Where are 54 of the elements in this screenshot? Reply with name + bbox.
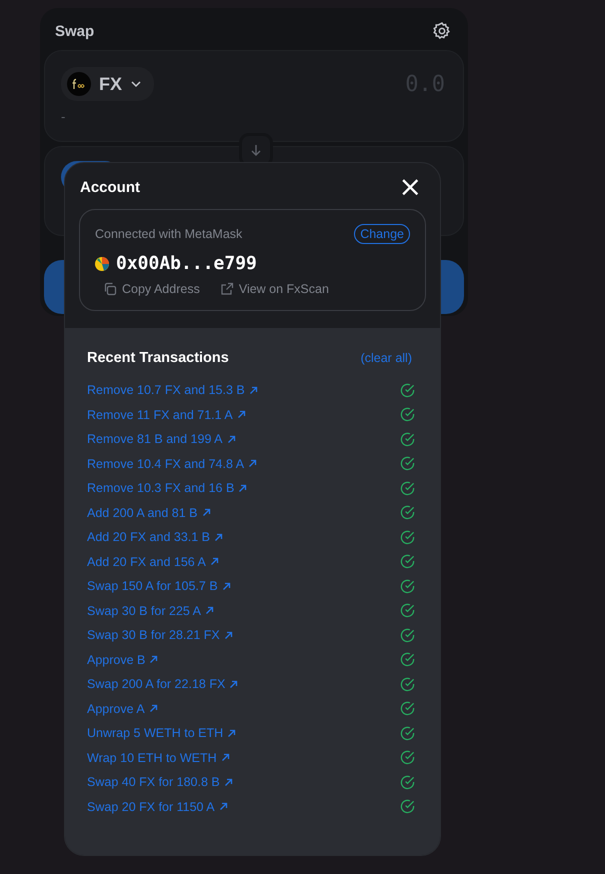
change-button[interactable]: Change (354, 224, 410, 244)
transaction-link[interactable]: Swap 20 FX for 1150 A (87, 800, 228, 814)
arrow-up-right-icon (229, 680, 238, 689)
arrow-up-right-icon (236, 410, 246, 420)
identicon-icon (95, 256, 109, 270)
transaction-link[interactable]: Swap 150 A for 105.7 B (87, 579, 231, 594)
arrow-up-right-icon (220, 753, 230, 762)
transaction-link[interactable]: Remove 81 B and 199 A (87, 432, 236, 446)
copy-icon (103, 282, 117, 296)
arrow-down-icon (249, 143, 263, 157)
transaction-link[interactable]: Add 20 FX and 156 A (87, 554, 219, 569)
transaction-link[interactable]: Remove 10.4 FX and 74.8 A (87, 456, 258, 471)
arrow-up-right-icon (214, 532, 224, 542)
transaction-link[interactable]: Remove 10.3 FX and 16 B (87, 481, 248, 496)
transaction-link[interactable]: Add 20 FX and 33.1 B (87, 530, 224, 544)
arrow-up-right-icon (226, 434, 236, 444)
transaction-link[interactable]: Add 200 A and 81 B (87, 506, 211, 520)
arrow-up-right-icon (218, 802, 228, 812)
arrow-up-right-icon (210, 557, 219, 566)
transaction-link[interactable]: Swap 30 B for 28.21 FX (87, 628, 233, 642)
transaction-link[interactable]: Approve B (87, 652, 158, 667)
swap-title: Swap (55, 22, 94, 40)
clear-all-link[interactable]: (clear all) (360, 351, 412, 365)
wallet-address: 0x00Ab...e799 (116, 253, 257, 274)
transaction-link[interactable]: Remove 11 FX and 71.1 A (87, 408, 246, 422)
balance-text: - (61, 109, 66, 124)
settings-icon[interactable] (432, 21, 452, 41)
arrow-up-right-icon (202, 508, 211, 518)
arrow-up-right-icon (224, 630, 233, 640)
arrow-up-right-icon (238, 484, 248, 493)
section-title: Recent Transactions (87, 350, 229, 366)
transaction-link[interactable]: Unwrap 5 WETH to ETH (87, 726, 236, 740)
modal-title: Account (80, 178, 140, 196)
account-link[interactable]: View on FxScan (220, 282, 329, 296)
transaction-link[interactable]: Swap 30 B for 225 A (87, 604, 214, 618)
transaction-link[interactable]: Approve A (87, 702, 158, 716)
token-logo-icon (67, 72, 91, 96)
arrow-up-right-icon (148, 704, 158, 714)
account-link[interactable]: Copy Address (103, 282, 200, 296)
transaction-link[interactable]: Remove 10.7 FX and 15.3 B (87, 383, 258, 398)
arrow-up-right-icon (248, 459, 258, 468)
arrow-up-right-icon (248, 386, 258, 395)
transaction-link[interactable]: Swap 200 A for 22.18 FX (87, 677, 238, 692)
external-link-icon (220, 282, 234, 296)
arrow-up-right-icon (227, 728, 236, 738)
arrow-up-right-icon (224, 778, 233, 787)
transaction-link[interactable]: Wrap 10 ETH to WETH (87, 750, 230, 765)
wallet-label: Connected with MetaMask (95, 227, 242, 241)
transaction-link[interactable]: Swap 40 FX for 180.8 B (87, 775, 233, 790)
token-select[interactable]: FX (61, 67, 154, 101)
arrow-up-right-icon (222, 582, 231, 591)
close-button[interactable]: × (394, 175, 426, 199)
arrow-up-right-icon (204, 606, 214, 616)
arrow-up-right-icon (149, 655, 158, 664)
